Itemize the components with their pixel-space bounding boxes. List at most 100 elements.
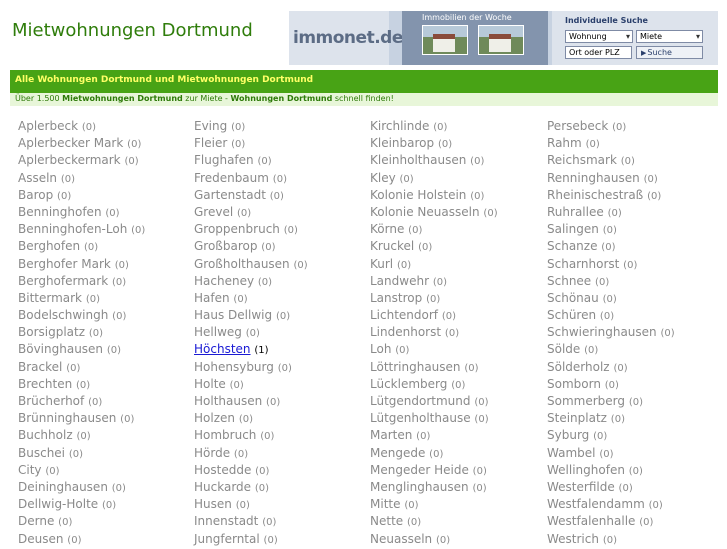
district-link[interactable]: Westfalendamm xyxy=(547,497,645,511)
district-list-item[interactable]: Sölderholz 0 xyxy=(547,359,675,376)
district-link[interactable]: Berghofen xyxy=(18,239,80,253)
district-link[interactable]: Großholthausen xyxy=(194,257,290,271)
district-list-item[interactable]: Wellinghofen 0 xyxy=(547,462,675,479)
district-link[interactable]: Hellweg xyxy=(194,325,242,339)
district-list-item[interactable]: Lanstrop 0 xyxy=(370,290,498,307)
district-list-item[interactable]: Berghofer Mark 0 xyxy=(18,256,145,273)
district-list-item[interactable]: Aplerbeck 0 xyxy=(18,118,145,135)
district-list-item[interactable]: Husen 0 xyxy=(194,496,308,513)
district-list-item[interactable]: Schwieringhausen 0 xyxy=(547,324,675,341)
district-list-item[interactable]: Bittermark 0 xyxy=(18,290,145,307)
district-link[interactable]: Kleinholthausen xyxy=(370,153,466,167)
district-link[interactable]: Borsigplatz xyxy=(18,325,85,339)
district-list-item[interactable]: Aplerbecker Mark 0 xyxy=(18,135,145,152)
district-link[interactable]: Ruhrallee xyxy=(547,205,604,219)
immonet-logo[interactable]: immonet.de xyxy=(293,28,403,48)
district-link[interactable]: Benninghofen-Loh xyxy=(18,222,127,236)
district-link[interactable]: City xyxy=(18,463,42,477)
district-link[interactable]: Bodelschwingh xyxy=(18,308,108,322)
district-link[interactable]: Menglinghausen xyxy=(370,480,469,494)
district-link[interactable]: Innenstadt xyxy=(194,514,258,528)
district-link[interactable]: Dellwig-Holte xyxy=(18,497,98,511)
district-list-item[interactable]: Lichtendorf 0 xyxy=(370,307,498,324)
district-link[interactable]: Flughafen xyxy=(194,153,254,167)
district-list-item[interactable]: Aplerbeckermark 0 xyxy=(18,152,145,169)
district-list-item[interactable]: Groppenbruch 0 xyxy=(194,221,308,238)
district-link[interactable]: Marten xyxy=(370,428,412,442)
district-link[interactable]: Jungferntal xyxy=(194,532,260,546)
district-list-item[interactable]: City 0 xyxy=(18,462,145,479)
property-of-the-week[interactable]: Immobilien der Woche xyxy=(402,11,548,65)
district-link[interactable]: Huckarde xyxy=(194,480,251,494)
district-list-item[interactable]: Menglinghausen 0 xyxy=(370,479,498,496)
district-link[interactable]: Rheinischestraß xyxy=(547,188,643,202)
district-list-item[interactable]: Ruhrallee 0 xyxy=(547,204,675,221)
district-link[interactable]: Steinplatz xyxy=(547,411,607,425)
district-list-item[interactable]: Schüren 0 xyxy=(547,307,675,324)
district-link[interactable]: Großbarop xyxy=(194,239,257,253)
district-list-item[interactable]: Mengeder Heide 0 xyxy=(370,462,498,479)
district-link[interactable]: Asseln xyxy=(18,171,57,185)
district-link[interactable]: Brackel xyxy=(18,360,62,374)
district-link[interactable]: Renninghausen xyxy=(547,171,640,185)
district-list-item[interactable]: Schnee 0 xyxy=(547,273,675,290)
district-list-item[interactable]: Kley 0 xyxy=(370,170,498,187)
district-list-item[interactable]: Westrich 0 xyxy=(547,531,675,548)
district-link[interactable]: Hombruch xyxy=(194,428,256,442)
district-link[interactable]: Brünninghausen xyxy=(18,411,116,425)
district-list-item[interactable]: Löttringhausen 0 xyxy=(370,359,498,376)
district-link[interactable]: Schnee xyxy=(547,274,591,288)
district-link[interactable]: Berghofermark xyxy=(18,274,108,288)
district-link[interactable]: Aplerbecker Mark xyxy=(18,136,123,150)
district-link[interactable]: Körne xyxy=(370,222,404,236)
district-list-item[interactable]: Holzen 0 xyxy=(194,410,308,427)
district-list-item[interactable]: Huckarde 0 xyxy=(194,479,308,496)
district-list-item[interactable]: Landwehr 0 xyxy=(370,273,498,290)
district-link[interactable]: Bittermark xyxy=(18,291,82,305)
district-list-item[interactable]: Hafen 0 xyxy=(194,290,308,307)
district-link[interactable]: Westfalenhalle xyxy=(547,514,635,528)
district-list-item[interactable]: Lütgendortmund 0 xyxy=(370,393,498,410)
district-link[interactable]: Buschei xyxy=(18,446,65,460)
district-link[interactable]: Loh xyxy=(370,342,391,356)
district-link[interactable]: Westrich xyxy=(547,532,599,546)
district-link[interactable]: Schönau xyxy=(547,291,599,305)
district-list-item[interactable]: Reichsmark 0 xyxy=(547,152,675,169)
district-link[interactable]: Gartenstadt xyxy=(194,188,266,202)
district-link[interactable]: Scharnhorst xyxy=(547,257,619,271)
district-link[interactable]: Sommerberg xyxy=(547,394,625,408)
district-list-item[interactable]: Rahm 0 xyxy=(547,135,675,152)
district-list-item[interactable]: Benninghofen-Loh 0 xyxy=(18,221,145,238)
district-link[interactable]: Benninghofen xyxy=(18,205,102,219)
district-link[interactable]: Holte xyxy=(194,377,226,391)
district-link[interactable]: Wellinghofen xyxy=(547,463,625,477)
district-list-item[interactable]: Grevel 0 xyxy=(194,204,308,221)
district-link[interactable]: Holthausen xyxy=(194,394,262,408)
district-list-item[interactable]: Hostedde 0 xyxy=(194,462,308,479)
district-list-item[interactable]: Berghofen 0 xyxy=(18,238,145,255)
house-photo[interactable] xyxy=(478,25,524,55)
district-list-item[interactable]: Lindenhorst 0 xyxy=(370,324,498,341)
district-link[interactable]: Salingen xyxy=(547,222,599,236)
district-link[interactable]: Sölde xyxy=(547,342,580,356)
district-list-item[interactable]: Hellweg 0 xyxy=(194,324,308,341)
district-link[interactable]: Mitte xyxy=(370,497,400,511)
district-list-item[interactable]: Gartenstadt 0 xyxy=(194,187,308,204)
district-link[interactable]: Lanstrop xyxy=(370,291,422,305)
district-list-item[interactable]: Brünninghausen 0 xyxy=(18,410,145,427)
district-list-item[interactable]: Deininghausen 0 xyxy=(18,479,145,496)
district-list-item[interactable]: Wambel 0 xyxy=(547,445,675,462)
district-list-item[interactable]: Rheinischestraß 0 xyxy=(547,187,675,204)
district-list-item[interactable]: Sölde 0 xyxy=(547,341,675,358)
district-link[interactable]: Husen xyxy=(194,497,232,511)
district-list-item[interactable]: Holthausen 0 xyxy=(194,393,308,410)
district-list-item[interactable]: Bövinghausen 0 xyxy=(18,341,145,358)
district-list-item[interactable]: Höchsten 1 xyxy=(194,341,308,358)
district-list-item[interactable]: Persebeck 0 xyxy=(547,118,675,135)
district-list-item[interactable]: Asseln 0 xyxy=(18,170,145,187)
district-link[interactable]: Landwehr xyxy=(370,274,429,288)
district-list-item[interactable]: Jungferntal 0 xyxy=(194,531,308,548)
district-link[interactable]: Kruckel xyxy=(370,239,414,253)
district-link[interactable]: Hostedde xyxy=(194,463,251,477)
banner-logo-area[interactable]: immonet.de xyxy=(289,11,403,65)
